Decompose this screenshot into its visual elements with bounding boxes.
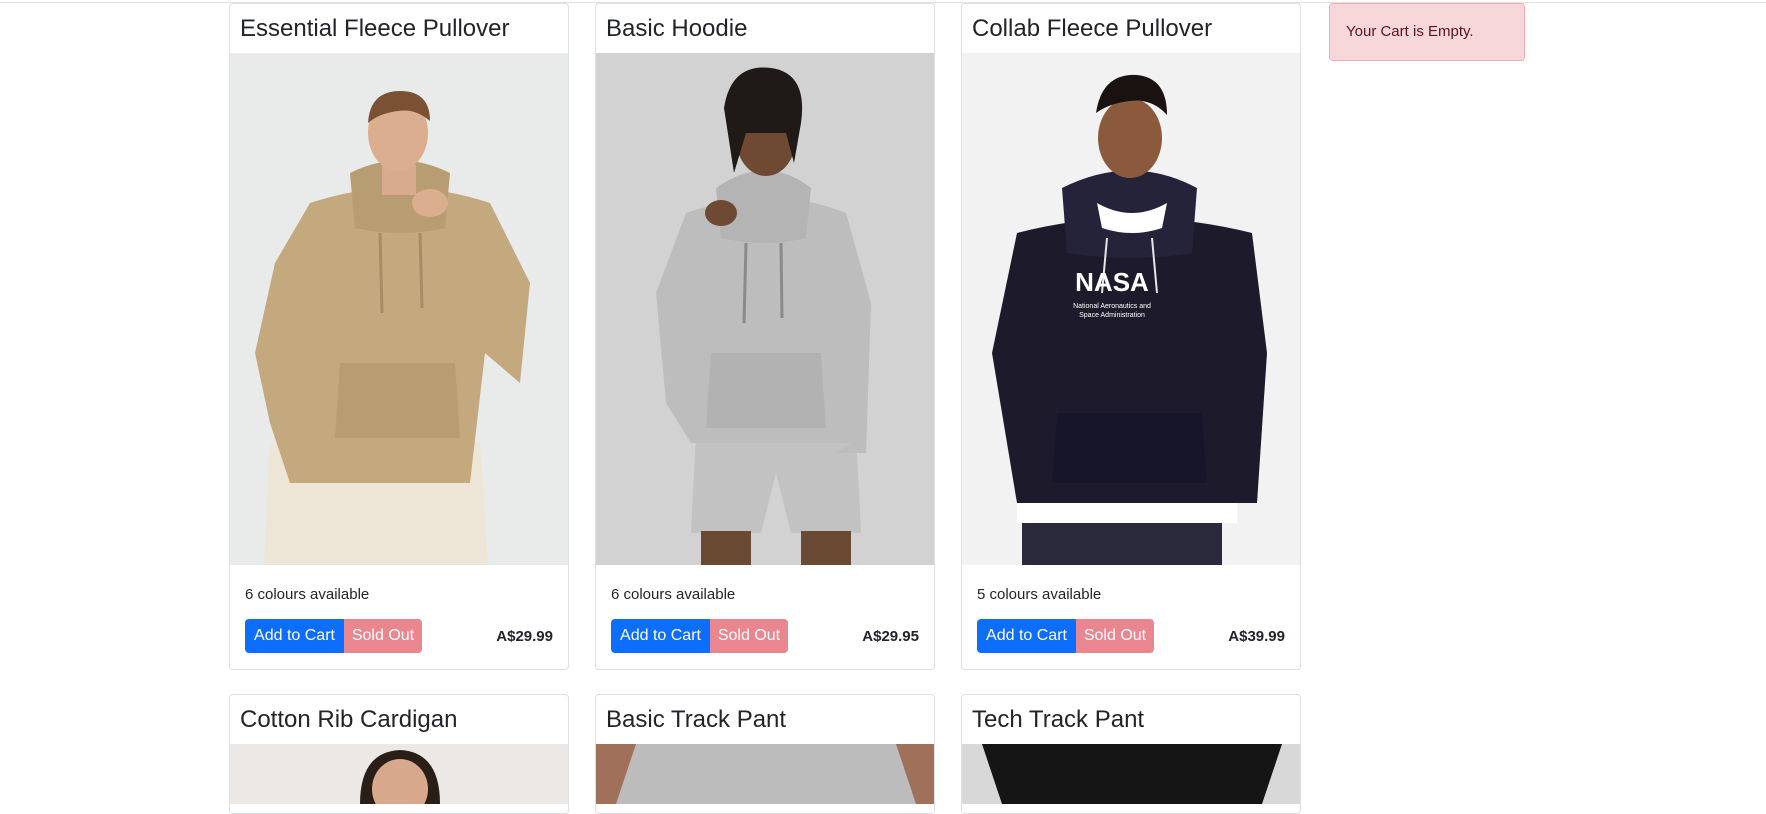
product-card-essential-fleece-pullover: Essential Fleece Pullover 6 colours avai… (229, 3, 569, 670)
nasa-logo-print: NASA (1075, 267, 1149, 297)
cart-empty-alert: Your Cart is Empty. (1329, 3, 1525, 61)
nasa-print-line-2: Space Administration (1079, 312, 1145, 319)
sold-out-button[interactable]: Sold Out (344, 619, 422, 653)
product-card-cotton-rib-cardigan: Cotton Rib Cardigan (229, 694, 569, 814)
product-title: Essential Fleece Pullover (240, 15, 510, 42)
product-image[interactable] (596, 53, 934, 565)
grey-hoodie-photo (596, 53, 934, 565)
navy-nasa-hoodie-photo: NASA National Aeronautics and Space Admi… (962, 53, 1300, 565)
tan-hoodie-photo (230, 53, 568, 565)
add-to-cart-button[interactable]: Add to Cart (245, 619, 344, 653)
product-title: Tech Track Pant (972, 706, 1145, 733)
track-pant-photo (596, 744, 934, 804)
product-image[interactable]: NASA National Aeronautics and Space Admi… (962, 53, 1300, 565)
product-price: A$29.99 (496, 628, 553, 645)
product-card-basic-hoodie: Basic Hoodie 6 colours available Add to … (595, 3, 935, 670)
product-image[interactable] (230, 744, 568, 804)
product-image[interactable] (230, 53, 568, 565)
sold-out-button[interactable]: Sold Out (710, 619, 788, 653)
sold-out-button[interactable]: Sold Out (1076, 619, 1154, 653)
product-title: Basic Track Pant (606, 706, 787, 733)
product-title: Basic Hoodie (606, 15, 748, 42)
product-card-basic-track-pant: Basic Track Pant (595, 694, 935, 814)
add-to-cart-button[interactable]: Add to Cart (611, 619, 710, 653)
product-price: A$39.99 (1228, 628, 1285, 645)
product-image[interactable] (962, 744, 1300, 804)
colours-available: 6 colours available (611, 586, 736, 603)
product-card-tech-track-pant: Tech Track Pant (961, 694, 1301, 814)
colours-available: 5 colours available (977, 586, 1102, 603)
add-to-cart-button[interactable]: Add to Cart (977, 619, 1076, 653)
cardigan-photo (230, 744, 568, 804)
tech-track-pant-photo (962, 744, 1300, 804)
product-price: A$29.95 (862, 628, 919, 645)
product-title: Cotton Rib Cardigan (240, 706, 458, 733)
nasa-print-line-1: National Aeronautics and (1073, 303, 1151, 310)
product-card-collab-fleece-pullover: Collab Fleece Pullover NASA National Aer… (961, 3, 1301, 670)
product-title: Collab Fleece Pullover (972, 15, 1213, 42)
colours-available: 6 colours available (245, 586, 370, 603)
product-image[interactable] (596, 744, 934, 804)
